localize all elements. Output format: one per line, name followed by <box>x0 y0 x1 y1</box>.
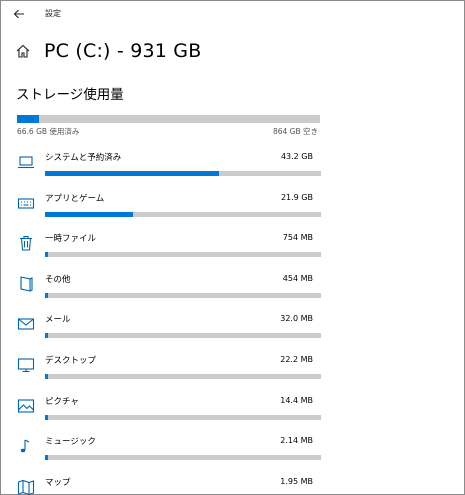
page-title: PC (C:) - 931 GB <box>44 40 202 62</box>
category-name: アプリとゲーム <box>45 193 105 204</box>
storage-category-4[interactable]: メール 32.0 MB <box>15 313 321 345</box>
category-name: ミュージック <box>45 437 96 448</box>
category-size: 43.2 GB <box>280 152 313 161</box>
category-usage-fill <box>45 333 48 339</box>
category-name: デスクトップ <box>45 356 97 366</box>
folder-other-icon <box>17 275 35 293</box>
category-size: 21.9 GB <box>280 192 313 202</box>
category-usage-fill <box>45 414 48 420</box>
keyboard-icon <box>17 194 35 212</box>
category-name: 一時ファイル <box>45 234 97 245</box>
category-usage-bar <box>45 292 321 298</box>
category-usage-fill <box>45 292 48 298</box>
storage-category-7[interactable]: ミュージック 2.14 MB <box>15 435 321 467</box>
section-title: ストレージ使用量 <box>16 87 124 103</box>
category-size: 32.0 MB <box>280 314 313 324</box>
category-size: 22.2 MB <box>280 355 313 364</box>
category-size: 754 MB <box>282 233 313 243</box>
trash-icon <box>17 234 35 252</box>
category-usage-fill <box>45 211 134 217</box>
storage-category-3[interactable]: その他 454 MB <box>15 273 321 305</box>
title-bar: 設定 <box>1 1 464 27</box>
category-name: マップ <box>45 477 71 488</box>
back-arrow-icon <box>13 9 24 19</box>
category-size: 14.4 MB <box>280 395 313 405</box>
total-usage-fill <box>17 115 39 123</box>
storage-category-8[interactable]: マップ 1.95 MB <box>15 476 321 495</box>
category-usage-fill <box>45 252 49 258</box>
category-name: ピクチャ <box>45 396 79 407</box>
category-usage-bar <box>45 374 321 379</box>
category-size: 1.95 MB <box>280 476 313 486</box>
home-icon[interactable] <box>15 43 31 59</box>
category-usage-bar <box>45 414 321 420</box>
window-title: 設定 <box>45 9 61 18</box>
category-usage-fill <box>45 171 219 176</box>
category-size: 2.14 MB <box>280 436 313 446</box>
category-usage-bar <box>45 455 321 461</box>
category-size: 454 MB <box>282 273 313 283</box>
category-usage-fill <box>45 374 48 379</box>
storage-category-2[interactable]: 一時ファイル 754 MB <box>15 232 321 264</box>
category-usage-bar <box>45 333 321 339</box>
storage-category-5[interactable]: デスクトップ 22.2 MB <box>15 354 321 386</box>
used-space-label: 66.6 GB 使用済み <box>17 127 80 136</box>
category-usage-bar <box>45 211 321 217</box>
total-usage-bar <box>17 115 320 123</box>
laptop-icon <box>17 153 35 171</box>
free-space-label: 864 GB 空き <box>272 127 318 136</box>
category-name: システムと予約済み <box>45 153 122 163</box>
map-icon <box>17 478 35 495</box>
music-icon <box>17 437 35 455</box>
desktop-icon <box>17 356 35 374</box>
storage-category-6[interactable]: ピクチャ 14.4 MB <box>15 395 321 427</box>
category-usage-fill <box>45 455 48 461</box>
mail-icon <box>17 315 35 333</box>
page-header: PC (C:) - 931 GB <box>15 37 201 65</box>
category-name: メール <box>45 315 71 326</box>
storage-category-1[interactable]: アプリとゲーム 21.9 GB <box>15 192 321 224</box>
picture-icon <box>17 397 35 415</box>
category-name: その他 <box>45 274 71 285</box>
category-usage-bar <box>45 252 321 258</box>
storage-category-0[interactable]: システムと予約済み 43.2 GB <box>15 151 321 183</box>
category-usage-bar <box>45 171 321 176</box>
back-button[interactable] <box>7 4 31 24</box>
